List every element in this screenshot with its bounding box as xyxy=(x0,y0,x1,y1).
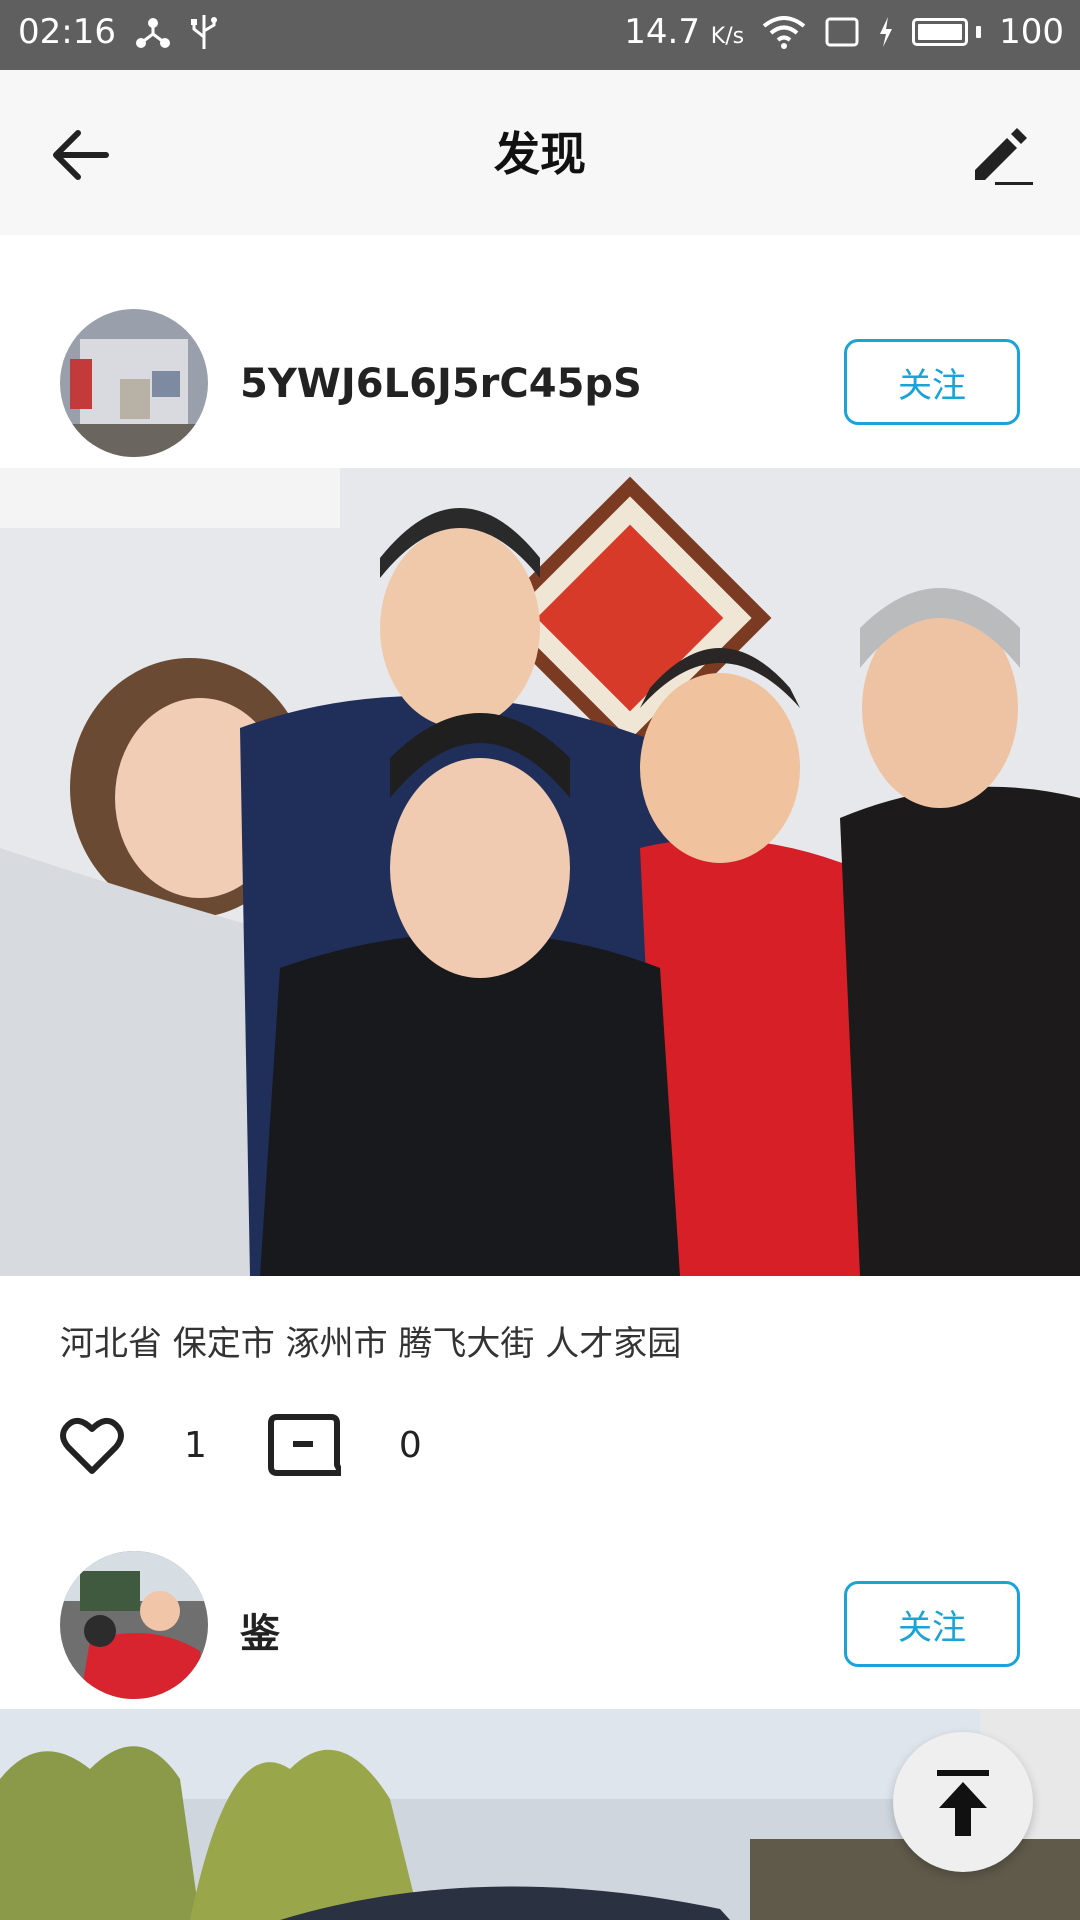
page-title: 发现 xyxy=(494,127,586,181)
status-time: 02:16 xyxy=(18,12,116,52)
compose-button[interactable] xyxy=(960,115,1040,195)
network-speed: 14.7 xyxy=(624,12,700,52)
like-button[interactable] xyxy=(60,1415,124,1475)
post-location: 河北省 保定市 涿州市 腾飞大街 人才家园 xyxy=(60,1324,682,1364)
post-actions: 1 0 xyxy=(60,1410,422,1480)
post-image[interactable] xyxy=(0,468,1080,1276)
scroll-to-top-button[interactable] xyxy=(893,1732,1033,1872)
comment-button[interactable] xyxy=(267,1413,341,1477)
avatar[interactable] xyxy=(60,309,208,457)
wifi-icon xyxy=(762,14,806,50)
like-count: 1 xyxy=(184,1424,207,1466)
comment-icon xyxy=(267,1414,341,1476)
app-bar: 发现 xyxy=(0,70,1080,235)
username[interactable]: 鉴 xyxy=(240,1601,280,1659)
share-network-icon xyxy=(134,13,172,51)
pencil-icon xyxy=(975,128,1033,185)
post-header: 鉴 关注 xyxy=(0,1545,1080,1705)
follow-button[interactable]: 关注 xyxy=(844,1581,1020,1667)
charging-icon xyxy=(878,17,894,47)
username[interactable]: 5YWJ6L6J5rC45pS xyxy=(240,361,642,407)
sim-card-icon xyxy=(824,16,860,48)
heart-icon xyxy=(60,1417,124,1474)
post-header: 5YWJ6L6J5rC45pS 关注 xyxy=(0,303,1080,463)
follow-button[interactable]: 关注 xyxy=(844,339,1020,425)
battery-icon xyxy=(912,18,982,46)
arrow-to-top-icon xyxy=(937,1770,989,1836)
usb-icon xyxy=(190,13,218,51)
battery-level: 100 xyxy=(999,12,1064,52)
status-bar: 02:16 14.7 K/s 100 xyxy=(0,0,1080,70)
network-speed-unit: K/s xyxy=(710,24,745,49)
comment-count: 0 xyxy=(398,1424,422,1466)
avatar[interactable] xyxy=(60,1551,208,1699)
